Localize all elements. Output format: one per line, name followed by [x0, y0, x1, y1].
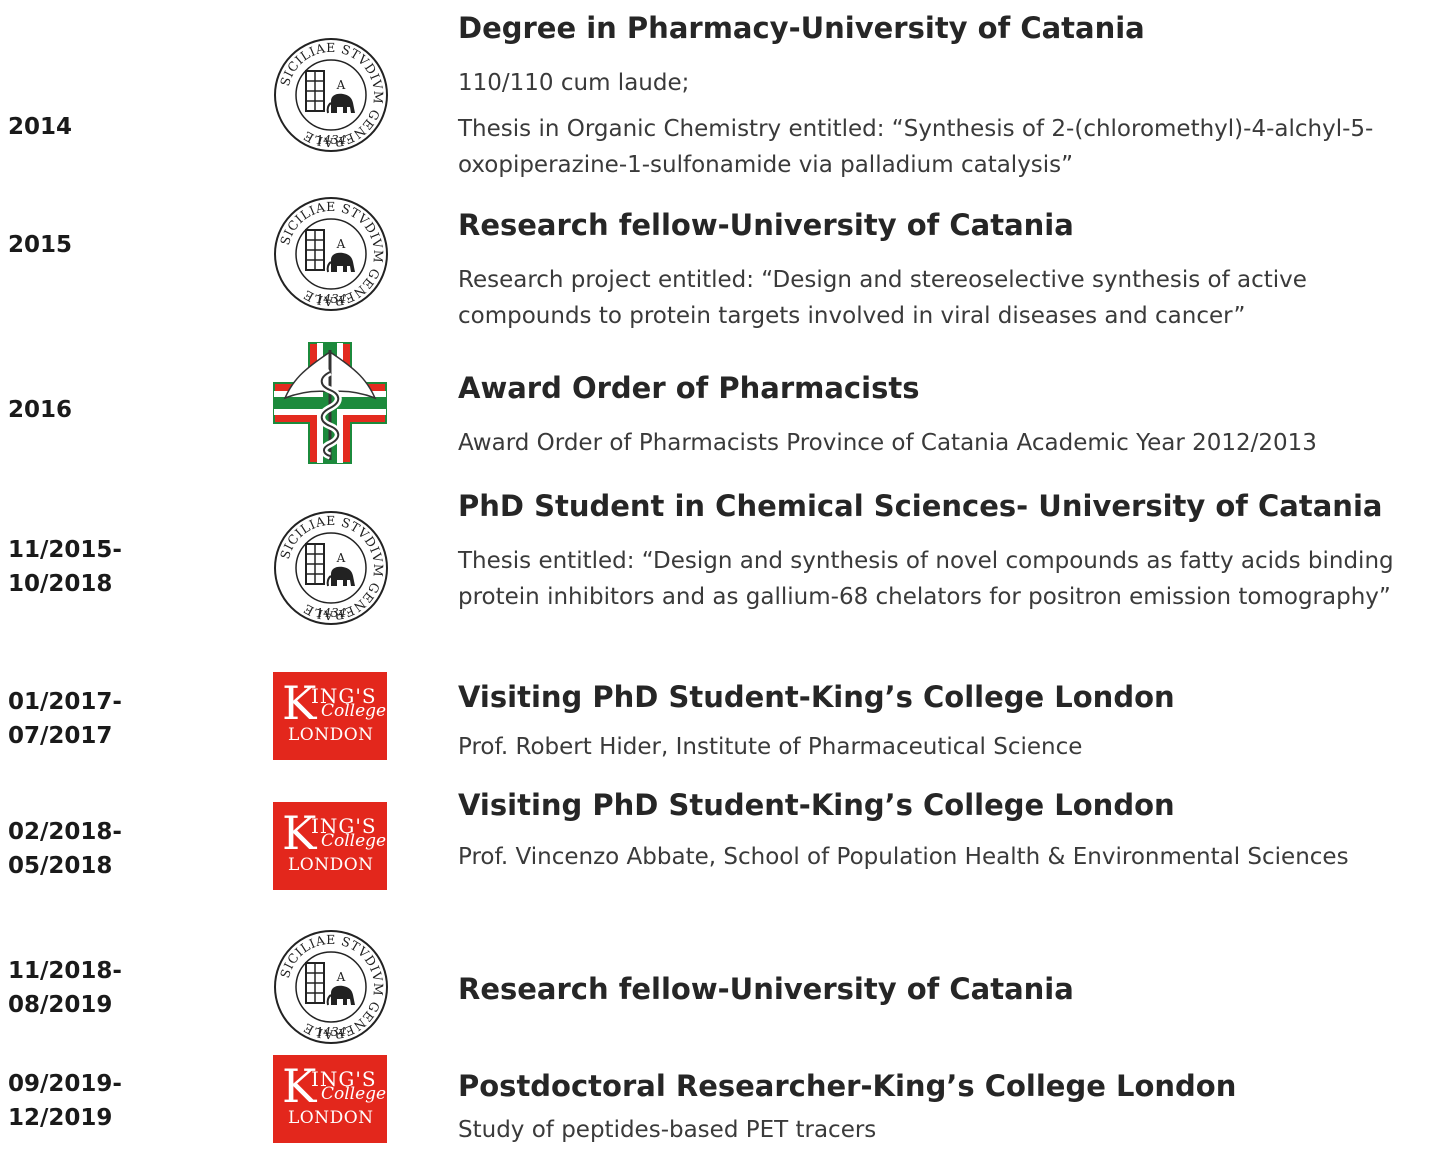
svg-text:A: A: [336, 551, 346, 565]
entry-description: 110/110 cum laude; Thesis in Organic Che…: [458, 65, 1433, 183]
entry-title: Postdoctoral Researcher-King’s College L…: [458, 1069, 1237, 1103]
entry-date: 2014: [8, 114, 73, 140]
entry-line: Thesis entitled: “Design and synthesis o…: [458, 548, 1394, 610]
university-seal-icon: SICILIAE STVDIVM GENERALE 1434 A: [273, 929, 389, 1049]
entry-description: Prof. Vincenzo Abbate, School of Populat…: [458, 839, 1433, 875]
entry-line: Prof. Vincenzo Abbate, School of Populat…: [458, 844, 1349, 870]
svg-text:A: A: [336, 237, 346, 251]
university-seal-icon: SICILIAE STVDIVM GENERALE 1434 A: [273, 196, 389, 316]
entry-line: Award Order of Pharmacists Province of C…: [458, 430, 1317, 456]
entry-line: 110/110 cum laude;: [458, 70, 690, 96]
entry-date: 11/2018- 08/2019: [8, 958, 122, 1018]
entry-description: Prof. Robert Hider, Institute of Pharmac…: [458, 729, 1433, 765]
entry-description: Study of peptides-based PET tracers: [458, 1112, 1433, 1148]
university-seal-icon: SICILIAE STVDIVM GENERALE 1434 A: [274, 511, 388, 625]
entry-description: Award Order of Pharmacists Province of C…: [458, 425, 1433, 461]
svg-text:1434: 1434: [316, 1025, 347, 1039]
svg-text:1434: 1434: [316, 292, 347, 306]
svg-text:1434: 1434: [316, 606, 347, 620]
entry-line: Thesis in Organic Chemistry entitled: “S…: [458, 116, 1374, 178]
entry-title: Award Order of Pharmacists: [458, 371, 920, 405]
entry-description: Thesis entitled: “Design and synthesis o…: [458, 543, 1433, 615]
entry-date: 2015: [8, 232, 73, 258]
entry-line: Research project entitled: “Design and s…: [458, 267, 1307, 329]
entry-title: Research fellow-University of Catania: [458, 208, 1074, 242]
entry-title: Visiting PhD Student-King’s College Lond…: [458, 788, 1175, 822]
kings-college-logo: K ING'S College LONDON: [273, 802, 387, 890]
kings-college-logo: K ING'S College LONDON: [273, 672, 387, 760]
pharmacy-cross-icon: [273, 342, 387, 464]
entry-line: Study of peptides-based PET tracers: [458, 1117, 877, 1143]
entry-date: 2016: [8, 397, 73, 423]
entry-line: Prof. Robert Hider, Institute of Pharmac…: [458, 734, 1083, 760]
entry-title: Degree in Pharmacy-University of Catania: [458, 11, 1145, 45]
entry-description: Research project entitled: “Design and s…: [458, 262, 1433, 334]
entry-title: Research fellow-University of Catania: [458, 972, 1074, 1006]
kings-college-logo: K ING'S College LONDON: [273, 1055, 387, 1143]
university-seal-icon: SICILIAE STVDIVM GENERALE 1434 A: [274, 930, 388, 1044]
entry-date: 09/2019- 12/2019: [8, 1071, 122, 1131]
pharmacy-cross-icon: [273, 342, 387, 468]
entry-date: 11/2015- 10/2018: [8, 537, 122, 597]
entry-title: Visiting PhD Student-King’s College Lond…: [458, 680, 1175, 714]
svg-text:A: A: [336, 970, 346, 984]
svg-text:1434: 1434: [316, 133, 347, 147]
university-seal-icon: SICILIAE STVDIVM GENERALE 1434 A: [273, 37, 389, 157]
university-seal-icon: SICILIAE STVDIVM GENERALE 1434 A: [274, 38, 388, 152]
entry-date: 01/2017- 07/2017: [8, 689, 122, 749]
entry-title: PhD Student in Chemical Sciences- Univer…: [458, 489, 1383, 523]
university-seal-icon: SICILIAE STVDIVM GENERALE 1434 A: [273, 510, 389, 630]
entry-date: 02/2018- 05/2018: [8, 819, 122, 879]
university-seal-icon: SICILIAE STVDIVM GENERALE 1434 A: [274, 197, 388, 311]
svg-text:A: A: [336, 78, 346, 92]
